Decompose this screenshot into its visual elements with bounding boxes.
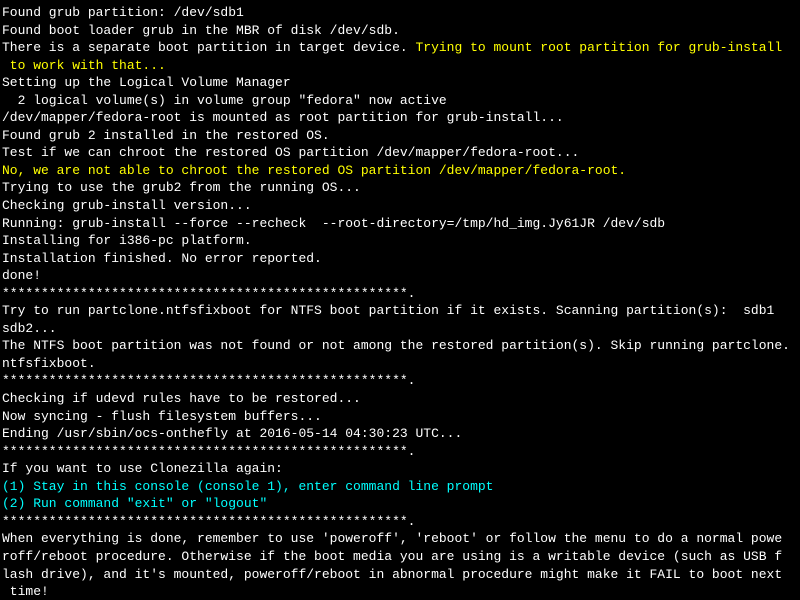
terminal-line: Installing for i386-pc platform. bbox=[2, 232, 798, 250]
terminal-line: Found grub 2 installed in the restored O… bbox=[2, 127, 798, 145]
terminal-line: ****************************************… bbox=[2, 443, 798, 461]
terminal-line: sdb2... bbox=[2, 320, 798, 338]
terminal-line: done! bbox=[2, 267, 798, 285]
terminal-line: The NTFS boot partition was not found or… bbox=[2, 337, 798, 355]
terminal-line: No, we are not able to chroot the restor… bbox=[2, 162, 798, 180]
terminal-line: When everything is done, remember to use… bbox=[2, 530, 798, 548]
terminal-line: ****************************************… bbox=[2, 513, 798, 531]
terminal-line: Found grub partition: /dev/sdb1 bbox=[2, 4, 798, 22]
terminal-line: ****************************************… bbox=[2, 285, 798, 303]
terminal-line: Setting up the Logical Volume Manager bbox=[2, 74, 798, 92]
terminal-line: There is a separate boot partition in ta… bbox=[2, 39, 798, 57]
terminal-line: Running: grub-install --force --recheck … bbox=[2, 215, 798, 233]
terminal-line: Checking grub-install version... bbox=[2, 197, 798, 215]
terminal-line: to work with that... bbox=[2, 57, 798, 75]
terminal-line: Try to run partclone.ntfsfixboot for NTF… bbox=[2, 302, 798, 320]
terminal-line: Checking if udevd rules have to be resto… bbox=[2, 390, 798, 408]
terminal-line: roff/reboot procedure. Otherwise if the … bbox=[2, 548, 798, 566]
terminal-line: Test if we can chroot the restored OS pa… bbox=[2, 144, 798, 162]
terminal-window: Found grub partition: /dev/sdb1 Found bo… bbox=[0, 0, 800, 600]
terminal-line: /dev/mapper/fedora-root is mounted as ro… bbox=[2, 109, 798, 127]
terminal-line: Now syncing - flush filesystem buffers..… bbox=[2, 408, 798, 426]
terminal-line: If you want to use Clonezilla again: bbox=[2, 460, 798, 478]
terminal-line: ****************************************… bbox=[2, 372, 798, 390]
terminal-line: Found boot loader grub in the MBR of dis… bbox=[2, 22, 798, 40]
terminal-line: (1) Stay in this console (console 1), en… bbox=[2, 478, 798, 496]
terminal-line: ntfsfixboot. bbox=[2, 355, 798, 373]
terminal-line: Trying to use the grub2 from the running… bbox=[2, 179, 798, 197]
terminal-line: lash drive), and it's mounted, poweroff/… bbox=[2, 566, 798, 584]
terminal-line: Ending /usr/sbin/ocs-onthefly at 2016-05… bbox=[2, 425, 798, 443]
terminal-line: time! bbox=[2, 583, 798, 600]
terminal-line: 2 logical volume(s) in volume group "fed… bbox=[2, 92, 798, 110]
terminal-line: Installation finished. No error reported… bbox=[2, 250, 798, 268]
terminal-line: (2) Run command "exit" or "logout" bbox=[2, 495, 798, 513]
